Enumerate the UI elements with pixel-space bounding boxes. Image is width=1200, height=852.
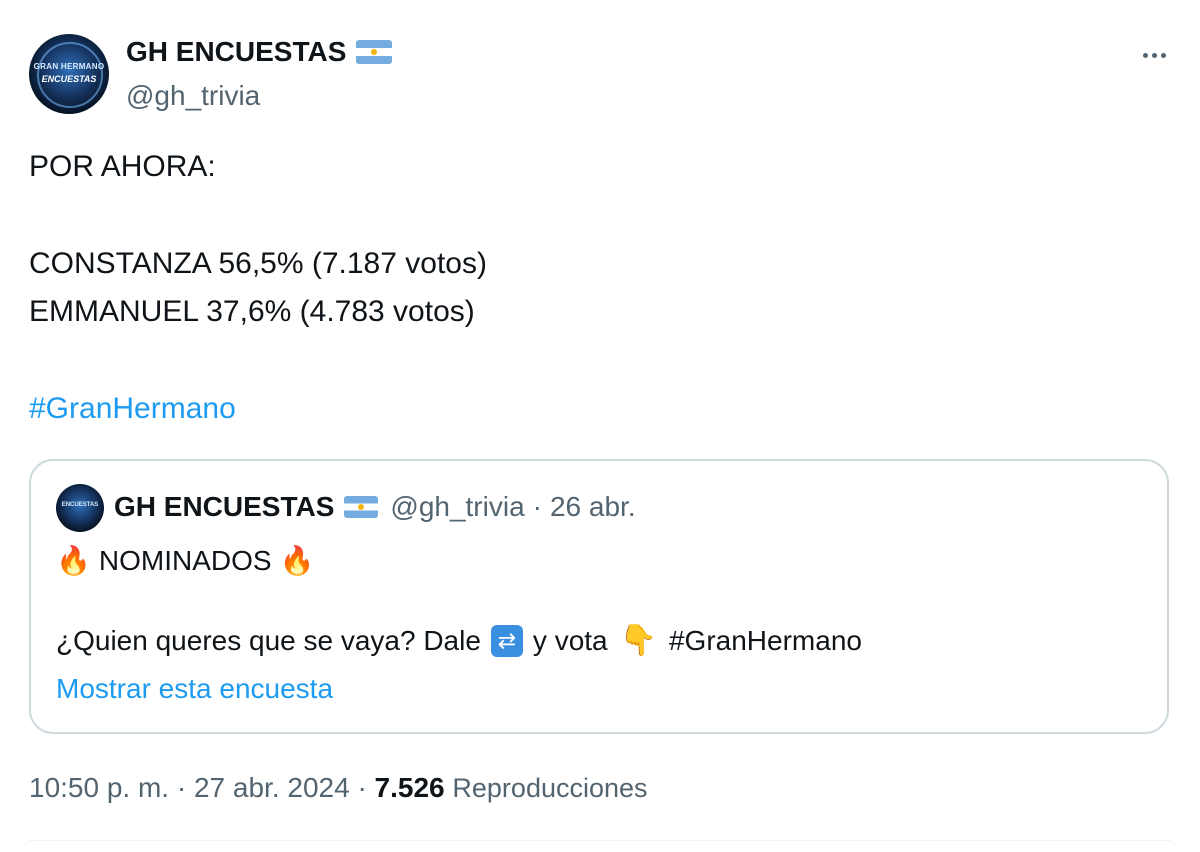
quoted-text-line: 🔥 NOMINADOS 🔥 [56, 545, 322, 577]
post-text-line: POR AHORA: [29, 150, 216, 183]
tweet-footer: 10:50 p. m. · 27 abr. 2024 · 7.526 Repro… [29, 772, 648, 804]
fire-icon: 🔥 [56, 545, 91, 576]
quoted-header: GH ENCUESTAS @gh_trivia · 26 abr. [114, 491, 636, 523]
more-dot-icon [1160, 52, 1166, 58]
quoted-avatar-logo: ENCUESTAS [61, 502, 99, 508]
pointing-down-hand-icon: 👇 [619, 624, 657, 657]
views-label: Reproducciones [452, 773, 648, 803]
post-text-line: EMMANUEL 37,6% (4.783 votos) [29, 295, 475, 328]
argentina-flag-icon [356, 40, 393, 64]
hashtag-link[interactable]: #GranHermano [29, 392, 236, 426]
author-avatar[interactable]: GRAN HERMANO ENCUESTAS [29, 34, 109, 114]
repeat-arrows-icon: ⇄ [490, 625, 523, 657]
quoted-text-line: ¿Quien queres que se vaya? Dale ⇄ y vota… [56, 625, 862, 657]
quoted-nominados-text: NOMINADOS [98, 545, 272, 576]
avatar-logo-bottom: ENCUESTAS [41, 74, 97, 84]
quoted-hashtag: #GranHermano [668, 625, 862, 656]
more-options-button[interactable] [1134, 40, 1174, 70]
timestamp-link[interactable]: 10:50 p. m. · 27 abr. 2024 · [29, 772, 367, 803]
argentina-flag-icon [344, 496, 379, 518]
more-dot-icon [1142, 52, 1148, 58]
quoted-date[interactable]: 26 abr. [550, 491, 636, 523]
author-display-name[interactable]: GH ENCUESTAS [126, 36, 393, 68]
views-count: 7.526 [374, 772, 445, 803]
quoted-author-name[interactable]: GH ENCUESTAS [114, 491, 334, 523]
tweet: GRAN HERMANO ENCUESTAS GH ENCUESTAS @gh_… [0, 0, 1200, 852]
post-text-line: CONSTANZA 56,5% (7.187 votos) [29, 247, 487, 280]
quoted-tweet-card[interactable]: ENCUESTAS GH ENCUESTAS @gh_trivia · 26 a… [29, 459, 1169, 734]
show-poll-link[interactable]: Mostrar esta encuesta [56, 673, 333, 705]
quoted-author-avatar[interactable]: ENCUESTAS [56, 484, 104, 532]
fire-icon: 🔥 [279, 545, 315, 576]
avatar-logo-top: GRAN HERMANO [33, 62, 105, 71]
quoted-question-text: ¿Quien queres que se vaya? Dale [56, 625, 481, 656]
separator-dot: · [532, 491, 542, 522]
quoted-vote-text: y vota [532, 625, 608, 656]
quoted-author-handle[interactable]: @gh_trivia [390, 491, 524, 523]
divider [29, 840, 1171, 841]
author-handle[interactable]: @gh_trivia [126, 80, 260, 112]
more-dot-icon [1151, 52, 1157, 58]
author-name-text[interactable]: GH ENCUESTAS [126, 36, 346, 68]
